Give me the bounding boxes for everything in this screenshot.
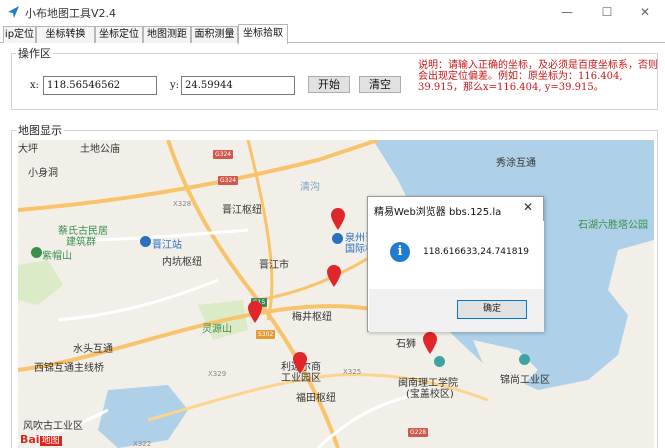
map-label: 风吹古工业区: [23, 421, 83, 432]
clear-button[interactable]: 清空: [359, 76, 401, 93]
map-label: 内坑枢纽: [162, 257, 202, 268]
app-logo-icon: [8, 6, 19, 18]
usage-note: 说明：请输入正确的坐标，及必须是百度坐标系，否则会出现定位偏差。例如：原坐标为：…: [418, 60, 658, 93]
map-pin-icon[interactable]: [293, 352, 307, 374]
map-label: 灵源山: [202, 324, 232, 335]
window-title: 小布地图工具V2.4: [25, 7, 117, 20]
tab-ip-locate[interactable]: ip定位: [3, 26, 36, 43]
close-button[interactable]: ✕: [634, 3, 656, 21]
map-label: 晋江市: [259, 260, 289, 271]
airport-icon: [332, 233, 343, 244]
road-shield: S302: [256, 330, 276, 339]
title-bar: 小布地图工具V2.4 — ☐ ✕: [0, 0, 665, 24]
road-shield: G228: [408, 428, 429, 437]
map-label: 晋江站: [152, 240, 182, 251]
map-pin-icon[interactable]: [327, 265, 341, 287]
dialog-close-button[interactable]: ✕: [523, 200, 533, 214]
map-label: 石湖六胜塔公园: [578, 220, 648, 231]
train-station-icon: [140, 236, 151, 247]
tab-map-distance[interactable]: 地图测距: [143, 26, 191, 43]
x-label: x:: [30, 80, 40, 91]
y-input[interactable]: [181, 76, 295, 95]
map-label: 秀涂互通: [496, 158, 536, 169]
map-label: (宝盖校区): [406, 389, 454, 400]
map-view[interactable]: 大坪 小身洞 土地公庙 紫帽山 蔡氏古民居 建筑群 晋江站 内坑枢纽 晋江枢纽 …: [18, 140, 654, 448]
map-label: 小身洞: [28, 168, 58, 179]
tab-coord-locate[interactable]: 坐标定位: [95, 26, 143, 43]
dialog-message: 118.616633,24.741819: [423, 247, 529, 257]
school-icon: [434, 356, 445, 367]
map-label: 建筑群: [66, 237, 96, 248]
tab-strip: ip定位 坐标转换 坐标定位 地图测距 面积测量 坐标拾取: [0, 24, 665, 44]
start-button[interactable]: 开始: [308, 76, 350, 93]
map-label: 清沟: [300, 182, 320, 193]
tab-area-measure[interactable]: 面积测量: [191, 26, 238, 43]
maximize-button[interactable]: ☐: [596, 3, 618, 21]
logo-badge: 地图: [39, 436, 62, 446]
mountain-icon: [31, 247, 42, 258]
logo-text: Bai: [20, 433, 40, 446]
map-label: 福田枢纽: [296, 393, 336, 404]
baidu-map-logo: Bai 地图: [20, 433, 62, 446]
industry-icon: [519, 354, 530, 365]
road-shield: G324: [218, 176, 239, 185]
map-label: 大坪: [18, 144, 38, 155]
info-icon: i: [390, 242, 410, 262]
map-pin-icon[interactable]: [331, 208, 345, 230]
map-pin-icon[interactable]: [423, 332, 437, 354]
tab-coord-pick[interactable]: 坐标拾取: [238, 24, 288, 44]
map-label: 水头互通: [73, 344, 113, 355]
minimize-button[interactable]: —: [556, 3, 578, 21]
map-label: 石狮: [396, 339, 416, 350]
reservoir-area: [98, 385, 188, 448]
map-label: 西锦互通主线桥: [34, 363, 104, 374]
map-label: 晋江枢纽: [222, 205, 262, 216]
map-group-title: 地图显示: [16, 122, 64, 138]
x-input[interactable]: [43, 76, 157, 95]
message-dialog: 精易Web浏览器 bbs.125.la ✕ i 118.616633,24.74…: [367, 196, 544, 332]
operation-group-title: 操作区: [16, 45, 53, 61]
ok-button[interactable]: 确定: [457, 300, 527, 319]
map-pin-icon[interactable]: [248, 301, 262, 323]
map-label: 紫帽山: [42, 251, 72, 262]
map-label: 锦尚工业区: [500, 375, 550, 386]
highway-road: [18, 140, 379, 212]
map-base: [18, 140, 654, 448]
map-label: X328: [173, 200, 192, 208]
map-label: 梅井枢纽: [292, 312, 332, 323]
map-label: 土地公庙: [80, 144, 120, 155]
road-shield: G324: [213, 150, 234, 159]
map-label: X329: [208, 370, 227, 378]
dialog-title: 精易Web浏览器 bbs.125.la: [374, 207, 502, 218]
y-label: y:: [170, 80, 180, 91]
map-label: X322: [133, 440, 152, 448]
tab-coord-convert[interactable]: 坐标转换: [36, 26, 95, 43]
map-label: X325: [343, 368, 362, 376]
